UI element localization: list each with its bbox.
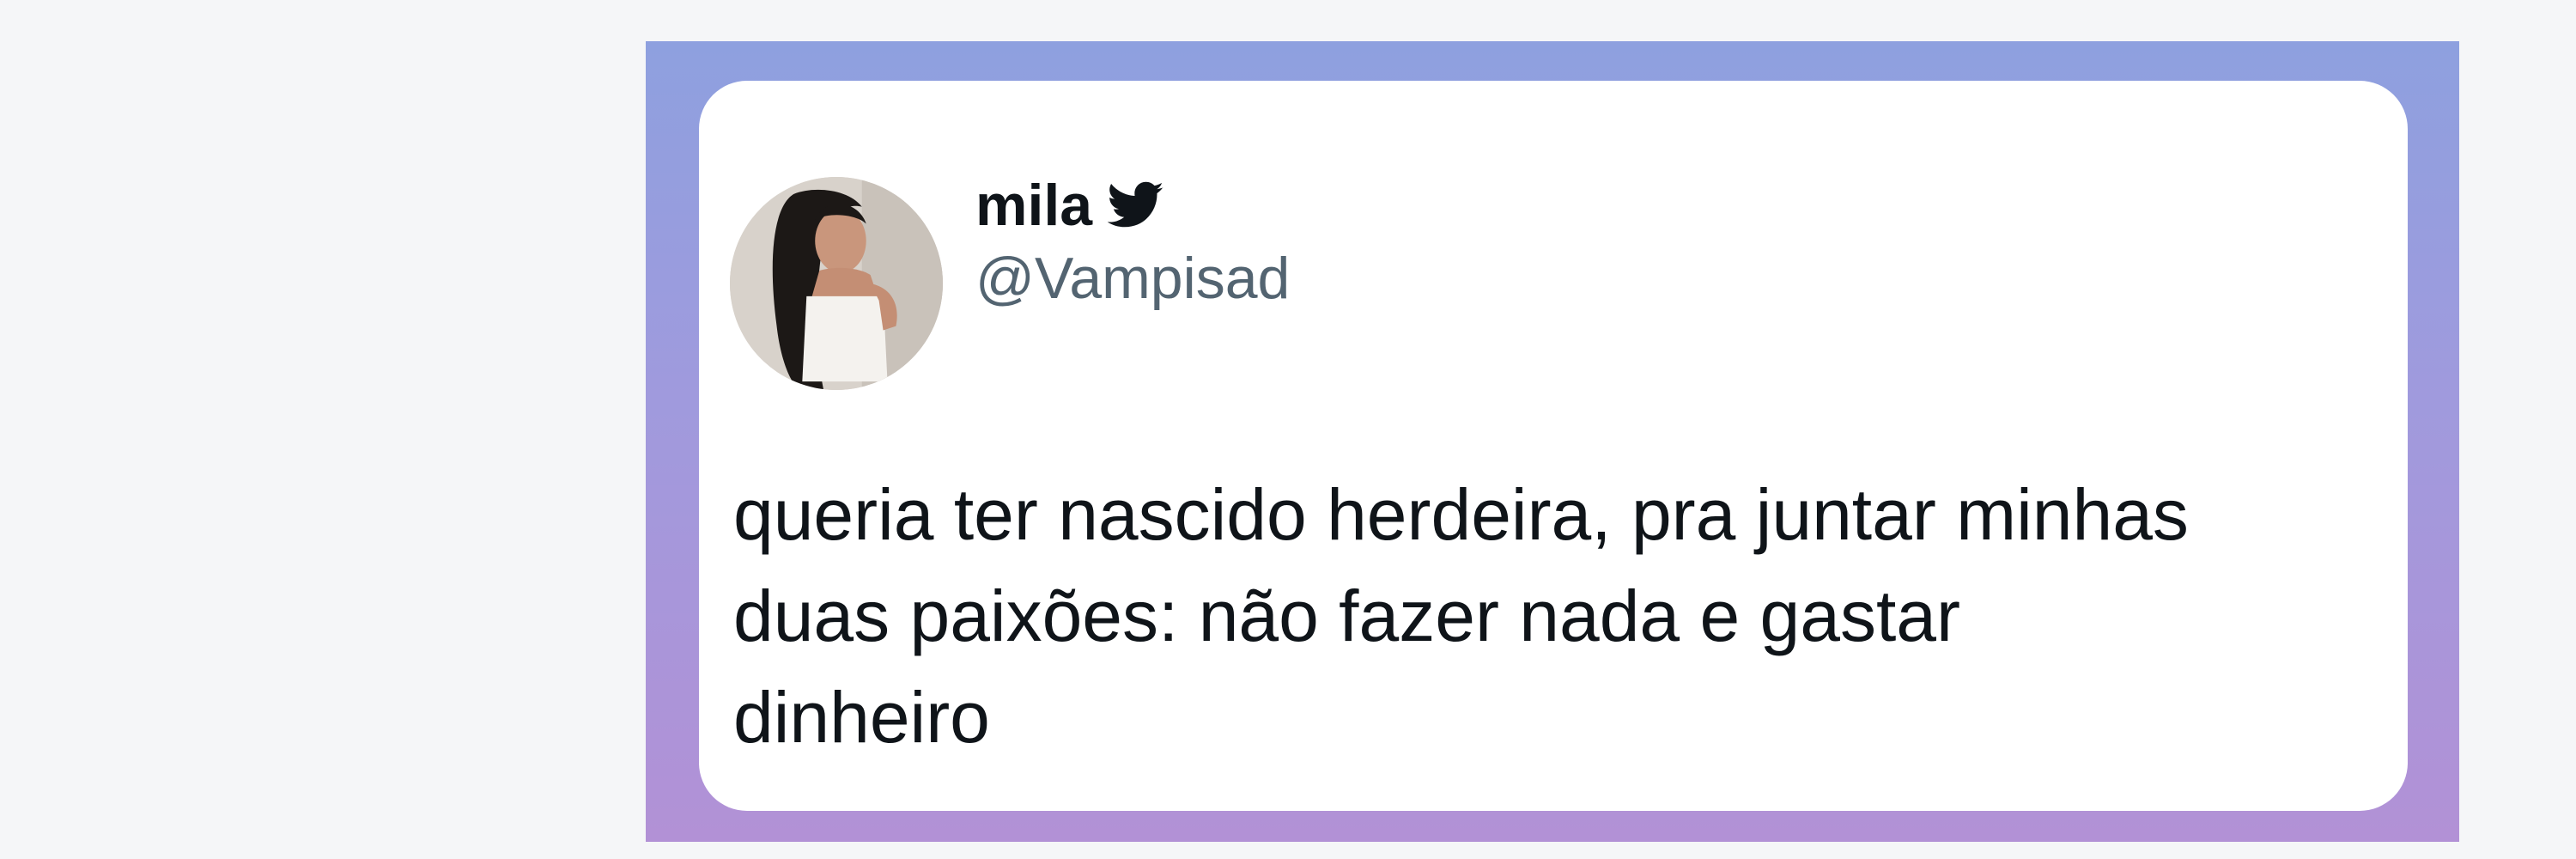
tweet-text-line: duas paixões: não fazer nada e gastar [733, 576, 1960, 656]
author-name-row: mila [975, 167, 1164, 244]
profile-photo [730, 177, 943, 390]
tweet-text: queria ter nascido herdeira, pra juntar … [733, 464, 2365, 768]
avatar[interactable] [730, 177, 943, 390]
tweet-text-line: queria ter nascido herdeira, pra juntar … [733, 474, 2189, 555]
twitter-bird-icon [1108, 181, 1163, 228]
author-name[interactable]: mila [975, 176, 1092, 235]
tweet-card: mila @Vampisad queria ter nascido herdei… [699, 81, 2408, 811]
tweet-text-line: dinheiro [733, 677, 990, 758]
author-handle[interactable]: @Vampisad [975, 249, 1290, 308]
gradient-frame: mila @Vampisad queria ter nascido herdei… [646, 41, 2459, 842]
